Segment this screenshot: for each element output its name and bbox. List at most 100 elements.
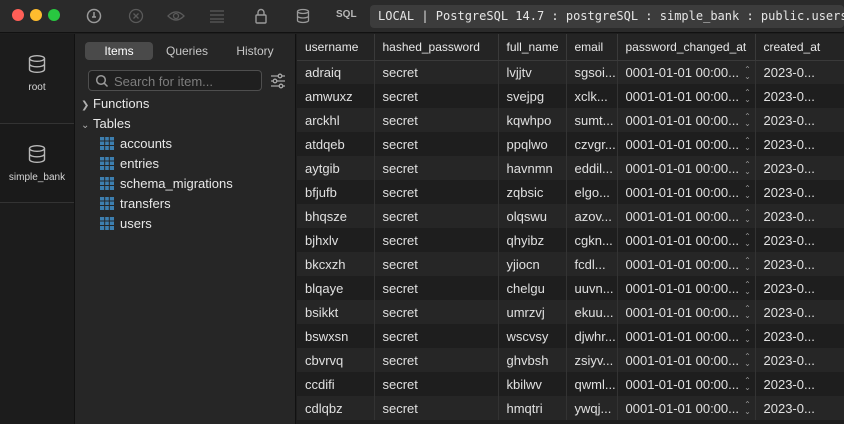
cell-email[interactable]: cgkn... — [566, 228, 618, 252]
cell-password-changed-at[interactable]: 0001-01-01 00:00... ⌃ ⌄ — [617, 276, 756, 300]
tree-section-tables[interactable]: ⌄ Tables — [81, 114, 131, 134]
cell-username[interactable]: bswxsn — [297, 324, 375, 348]
stepper-chevrons-icon[interactable]: ⌃ ⌄ — [744, 305, 752, 320]
cell-email[interactable]: elgo... — [566, 180, 618, 204]
cell-password-changed-at[interactable]: 0001-01-01 00:00... ⌃ ⌄ — [617, 372, 756, 396]
cell-hashed-password[interactable]: secret — [374, 348, 499, 372]
cell-created-at[interactable]: 2023-0...⌃⌄ — [755, 300, 844, 324]
cell-full-name[interactable]: lvjjtv — [498, 60, 567, 84]
tab-history[interactable]: History — [221, 42, 289, 60]
cell-full-name[interactable]: ghvbsh — [498, 348, 567, 372]
cell-hashed-password[interactable]: secret — [374, 60, 499, 84]
table-row[interactable]: amwuxz secret svejpg xclk... 0001-01-01 00:0… — [297, 84, 844, 108]
cell-hashed-password[interactable]: secret — [374, 132, 499, 156]
column-header-password-changed-at[interactable]: password_changed_at — [617, 34, 756, 61]
stepper-chevrons-icon[interactable]: ⌃ ⌄ — [744, 113, 752, 128]
table-row[interactable]: bswxsn secret wscvsy djwhr... 0001-01-01 00:… — [297, 324, 844, 348]
cell-username[interactable]: bkcxzh — [297, 252, 375, 276]
table-row[interactable]: cdlqbz secret hmqtri ywqj... 0001-01-01 00:0… — [297, 396, 844, 420]
cell-created-at[interactable]: 2023-0...⌃⌄ — [755, 156, 844, 180]
stepper-chevrons-icon[interactable]: ⌃ ⌄ — [744, 329, 752, 344]
cell-email[interactable]: eddil... — [566, 156, 618, 180]
cell-full-name[interactable]: chelgu — [498, 276, 567, 300]
cell-username[interactable]: bhqsze — [297, 204, 375, 228]
cell-password-changed-at[interactable]: 0001-01-01 00:00... ⌃ ⌄ — [617, 204, 756, 228]
cell-full-name[interactable]: svejpg — [498, 84, 567, 108]
cell-password-changed-at[interactable]: 0001-01-01 00:00... ⌃ ⌄ — [617, 228, 756, 252]
database-icon[interactable] — [293, 6, 313, 26]
connection-info-bar[interactable]: LOCAL | PostgreSQL 14.7 : postgreSQL : s… — [370, 5, 844, 28]
cell-username[interactable]: bfjufb — [297, 180, 375, 204]
cell-created-at[interactable]: 2023-0...⌃⌄ — [755, 204, 844, 228]
cell-hashed-password[interactable]: secret — [374, 84, 499, 108]
table-item-accounts[interactable]: accounts — [100, 134, 172, 154]
table-item-transfers[interactable]: transfers — [100, 194, 171, 214]
stepper-chevrons-icon[interactable]: ⌃ ⌄ — [744, 353, 752, 368]
cell-created-at[interactable]: 2023-0...⌃⌄ — [755, 324, 844, 348]
close-window-button[interactable] — [12, 9, 24, 21]
table-structure-icon[interactable] — [207, 6, 227, 26]
filter-settings-icon[interactable] — [269, 72, 287, 90]
cell-username[interactable]: aytgib — [297, 156, 375, 180]
cell-hashed-password[interactable]: secret — [374, 372, 499, 396]
stepper-chevrons-icon[interactable]: ⌃ ⌄ — [744, 185, 752, 200]
cell-username[interactable]: blqaye — [297, 276, 375, 300]
cell-username[interactable]: cbvrvq — [297, 348, 375, 372]
stepper-chevrons-icon[interactable]: ⌃ ⌄ — [744, 401, 752, 416]
table-row[interactable]: bfjufb secret zqbsic elgo... 0001-01-01 00:0… — [297, 180, 844, 204]
cell-created-at[interactable]: 2023-0...⌃⌄ — [755, 132, 844, 156]
cell-hashed-password[interactable]: secret — [374, 252, 499, 276]
cell-created-at[interactable]: 2023-0...⌃⌄ — [755, 228, 844, 252]
cell-created-at[interactable]: 2023-0...⌃⌄ — [755, 396, 844, 420]
database-item-root[interactable]: root — [0, 54, 74, 114]
cell-created-at[interactable]: 2023-0...⌃⌄ — [755, 60, 844, 84]
cell-email[interactable]: uuvn... — [566, 276, 618, 300]
cell-email[interactable]: azov... — [566, 204, 618, 228]
table-row[interactable]: atdqeb secret ppqlwo czvgr... 0001-01-01 00:… — [297, 132, 844, 156]
cell-full-name[interactable]: kbilwv — [498, 372, 567, 396]
cell-hashed-password[interactable]: secret — [374, 108, 499, 132]
cell-full-name[interactable]: ppqlwo — [498, 132, 567, 156]
cell-email[interactable]: ywqj... — [566, 396, 618, 420]
cell-password-changed-at[interactable]: 0001-01-01 00:00... ⌃ ⌄ — [617, 132, 756, 156]
cell-password-changed-at[interactable]: 0001-01-01 00:00... ⌃ ⌄ — [617, 324, 756, 348]
column-header-hashed-password[interactable]: hashed_password — [374, 34, 499, 61]
stepper-chevrons-icon[interactable]: ⌃ ⌄ — [744, 281, 752, 296]
table-row[interactable]: bhqsze secret olqswu azov... 0001-01-01 00:0… — [297, 204, 844, 228]
lock-icon[interactable] — [251, 6, 271, 26]
cell-username[interactable]: arckhl — [297, 108, 375, 132]
cell-email[interactable]: sumt... — [566, 108, 618, 132]
cell-created-at[interactable]: 2023-0...⌃⌄ — [755, 252, 844, 276]
cell-created-at[interactable]: 2023-0...⌃⌄ — [755, 84, 844, 108]
cell-full-name[interactable]: qhyibz — [498, 228, 567, 252]
table-row[interactable]: bjhxlv secret qhyibz cgkn... 0001-01-01 00:0… — [297, 228, 844, 252]
table-row[interactable]: blqaye secret chelgu uuvn... 0001-01-01 00:0… — [297, 276, 844, 300]
table-row[interactable]: adraiq secret lvjjtv sgsoi... 0001-01-01 00:… — [297, 60, 844, 84]
cell-full-name[interactable]: wscvsy — [498, 324, 567, 348]
cell-password-changed-at[interactable]: 0001-01-01 00:00... ⌃ ⌄ — [617, 108, 756, 132]
cell-full-name[interactable]: havnmn — [498, 156, 567, 180]
table-row[interactable]: ccdifi secret kbilwv qwml... 0001-01-01 00:0… — [297, 372, 844, 396]
cell-created-at[interactable]: 2023-0...⌃⌄ — [755, 348, 844, 372]
cell-username[interactable]: atdqeb — [297, 132, 375, 156]
stepper-chevrons-icon[interactable]: ⌃ ⌄ — [744, 89, 752, 104]
cell-hashed-password[interactable]: secret — [374, 324, 499, 348]
stepper-chevrons-icon[interactable]: ⌃ ⌄ — [744, 257, 752, 272]
zoom-window-button[interactable] — [48, 9, 60, 21]
cell-created-at[interactable]: 2023-0...⌃⌄ — [755, 108, 844, 132]
cell-full-name[interactable]: hmqtri — [498, 396, 567, 420]
stepper-chevrons-icon[interactable]: ⌃ ⌄ — [744, 377, 752, 392]
cell-hashed-password[interactable]: secret — [374, 180, 499, 204]
cell-full-name[interactable]: olqswu — [498, 204, 567, 228]
cell-full-name[interactable]: umrzvj — [498, 300, 567, 324]
connection-icon[interactable] — [84, 6, 104, 26]
minimize-window-button[interactable] — [30, 9, 42, 21]
cell-email[interactable]: fcdl... — [566, 252, 618, 276]
tab-queries[interactable]: Queries — [153, 42, 221, 60]
cell-password-changed-at[interactable]: 0001-01-01 00:00... ⌃ ⌄ — [617, 396, 756, 420]
cell-username[interactable]: amwuxz — [297, 84, 375, 108]
table-item-entries[interactable]: entries — [100, 154, 159, 174]
table-row[interactable]: cbvrvq secret ghvbsh zsiyv... 0001-01-01 00:… — [297, 348, 844, 372]
column-header-username[interactable]: username — [297, 34, 375, 61]
cell-hashed-password[interactable]: secret — [374, 204, 499, 228]
